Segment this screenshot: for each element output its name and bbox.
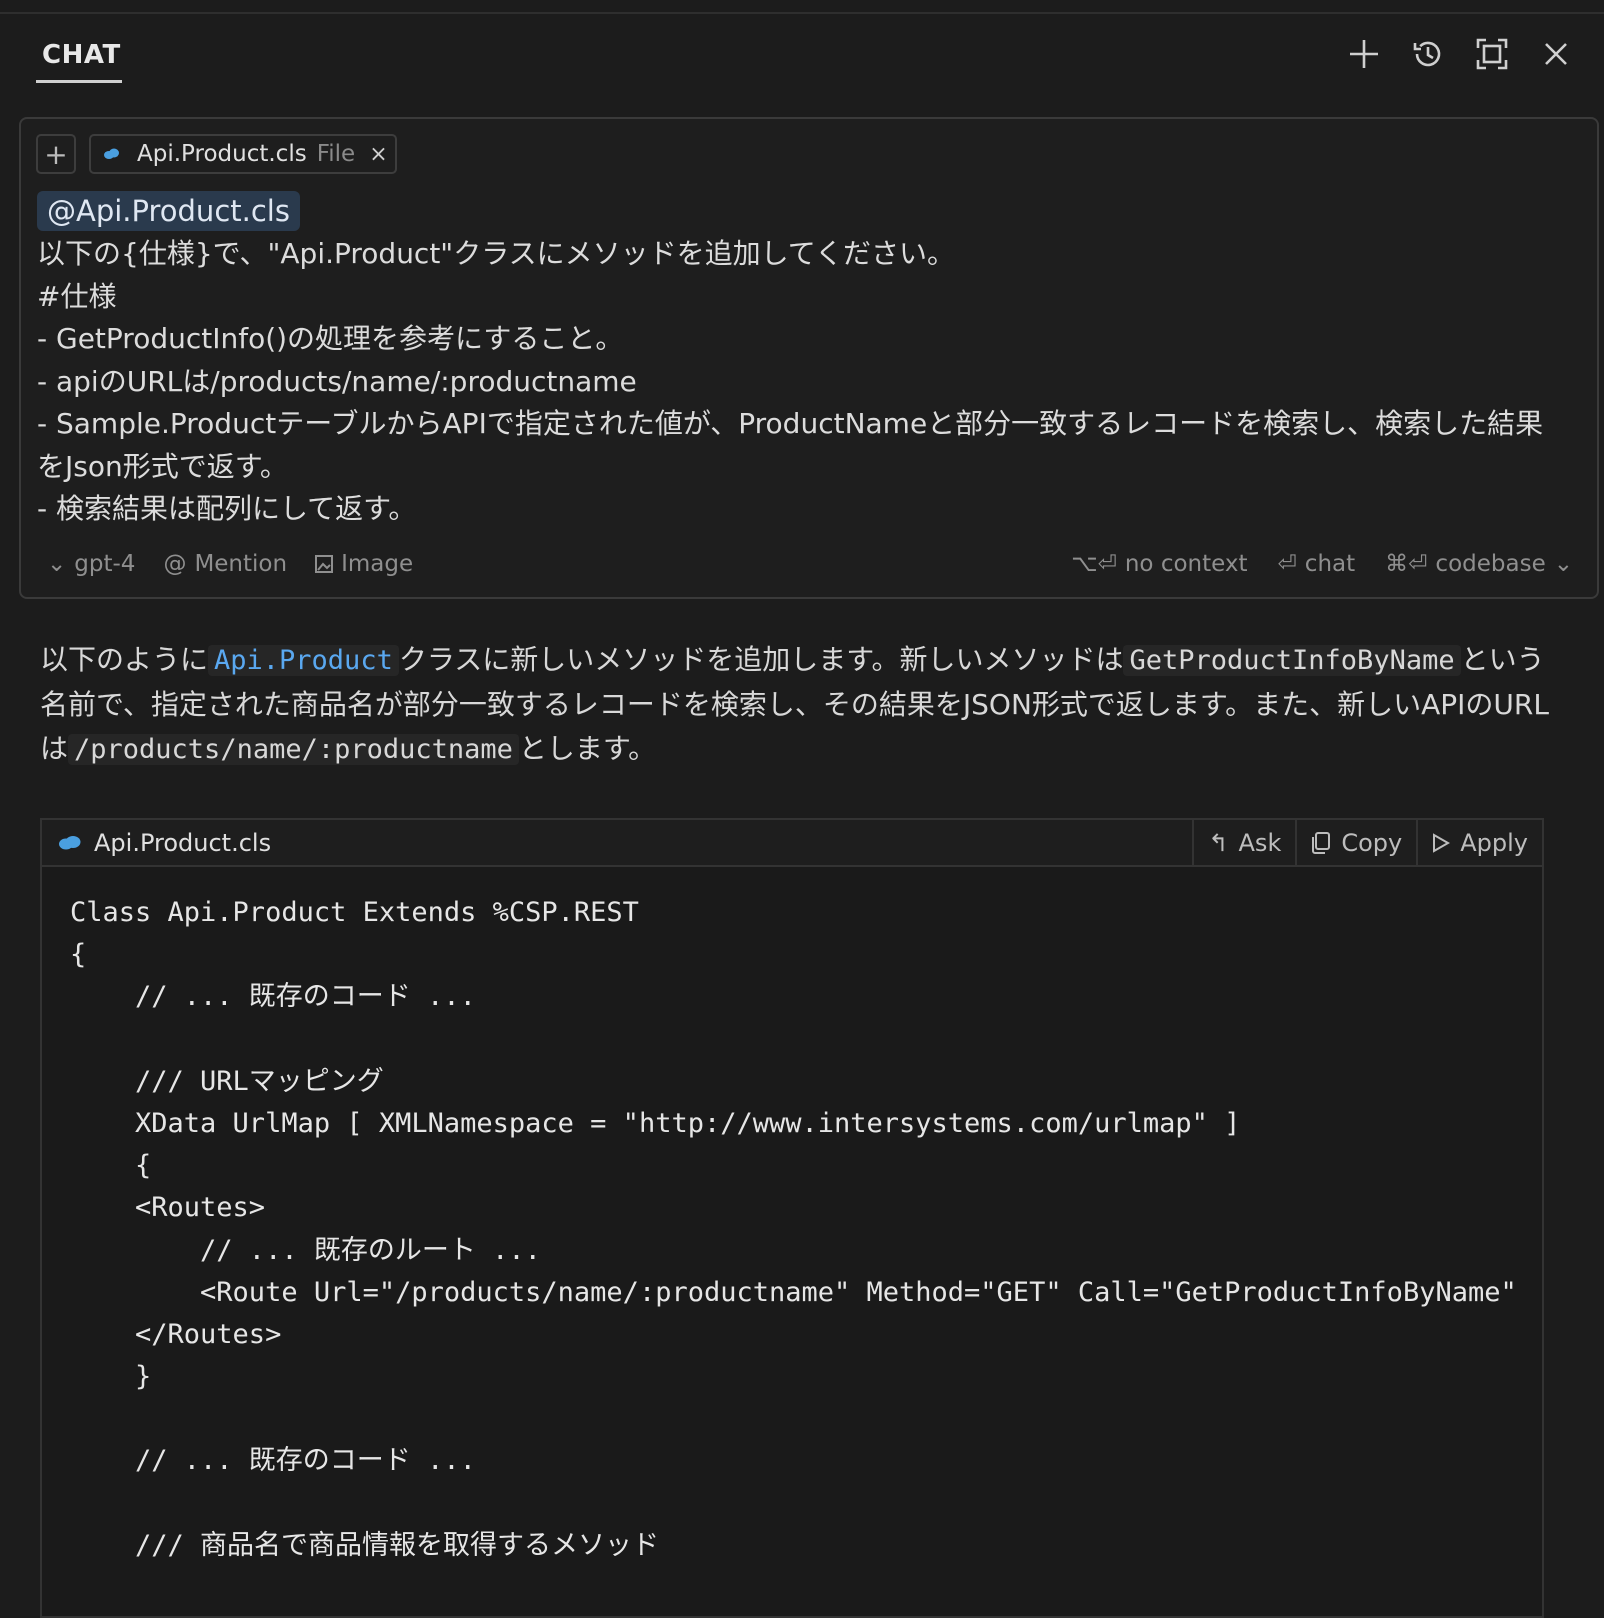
plus-icon[interactable] <box>1346 36 1382 72</box>
code-actions: ↰ Ask Copy Apply <box>1192 820 1542 865</box>
code-line: { <box>70 939 87 971</box>
code-line: </Routes> <box>70 1318 282 1350</box>
salesforce-cloud-icon <box>104 148 119 159</box>
code-line: <Route Url="/products/name/:productname"… <box>70 1276 1516 1308</box>
inline-code: GetProductInfoByName <box>1123 645 1461 676</box>
assistant-reply: 以下のように Api.Product クラスに新しいメソッドを追加します。新しいメソ… <box>40 638 1570 772</box>
context-file-chip[interactable]: Api.Product.cls File × <box>89 134 397 174</box>
prompt-line: - apiのURLは/products/name/:productname <box>37 364 637 398</box>
codebase-label: codebase <box>1435 551 1546 577</box>
codebase-button[interactable]: ⌘⏎ codebase ⌄ <box>1385 551 1573 577</box>
chevron-down-icon: ⌄ <box>47 551 67 577</box>
plus-icon: + <box>44 137 68 171</box>
image-button[interactable]: Image <box>315 551 413 577</box>
prompt-line: #仕様 <box>37 279 117 313</box>
header-actions <box>1346 36 1574 72</box>
chat-header: CHAT <box>0 14 1604 118</box>
prompt-line: 以下の{仕様}で、"Api.Product"クラスにメソッドを追加してください。 <box>37 237 955 270</box>
code-block: Api.Product.cls ↰ Ask Copy Apply Class A… <box>40 818 1544 1618</box>
chat-label: chat <box>1304 551 1356 577</box>
code-line: /// 商品名で商品情報を取得するメソッド <box>70 1529 660 1561</box>
tab-active-indicator <box>36 80 122 83</box>
image-icon <box>315 555 334 573</box>
ask-button[interactable]: ↰ Ask <box>1192 820 1295 865</box>
inline-code: /products/name/:productname <box>68 734 519 765</box>
input-footer: ⌄ gpt-4 @ Mention Image ⌥⏎ no context ⏎ … <box>21 551 1597 583</box>
apply-label: Apply <box>1460 828 1528 857</box>
option-enter-icon: ⌥⏎ <box>1071 551 1117 577</box>
history-icon[interactable] <box>1410 36 1446 72</box>
code-block-header: Api.Product.cls ↰ Ask Copy Apply <box>42 820 1542 867</box>
code-line: // ... 既存のルート ... <box>70 1234 541 1266</box>
prompt-line: - GetProductInfo()の処理を参考にすること。 <box>37 322 624 355</box>
maximize-icon[interactable] <box>1474 36 1510 72</box>
copy-label: Copy <box>1341 828 1403 857</box>
chat-input-box[interactable]: + Api.Product.cls File × @Api.Product.cl… <box>19 117 1599 599</box>
copy-button[interactable]: Copy <box>1295 820 1416 865</box>
tab-chat[interactable]: CHAT <box>42 40 121 70</box>
no-context-button[interactable]: ⌥⏎ no context <box>1071 551 1247 577</box>
code-line: <Routes> <box>70 1192 266 1224</box>
ask-label: Ask <box>1238 828 1282 857</box>
code-filename-label: Api.Product.cls <box>94 828 272 857</box>
play-icon <box>1433 832 1451 853</box>
code-line: // ... 既存のコード ... <box>70 1445 476 1477</box>
prompt-text[interactable]: 以下の{仕様}で、"Api.Product"クラスにメソッドを追加してください。… <box>37 233 1567 531</box>
file-chip-name: Api.Product.cls <box>137 141 307 167</box>
chat-submit-button[interactable]: ⏎ chat <box>1278 551 1356 577</box>
reply-arrow-icon: ↰ <box>1208 828 1229 857</box>
code-filename: Api.Product.cls <box>58 820 271 865</box>
copy-icon <box>1312 831 1331 854</box>
cmd-enter-icon: ⌘⏎ <box>1385 551 1428 577</box>
image-label: Image <box>341 551 414 577</box>
code-line: } <box>70 1361 152 1393</box>
close-icon[interactable] <box>1538 36 1574 72</box>
code-line: // ... 既存のコード ... <box>70 981 476 1013</box>
reply-text: とします。 <box>518 732 657 765</box>
file-chip-kind: File <box>316 141 356 167</box>
model-name: gpt-4 <box>74 551 136 577</box>
code-body[interactable]: Class Api.Product Extends %CSP.REST { //… <box>70 892 1516 1567</box>
code-line: XData UrlMap [ XMLNamespace = "http://ww… <box>70 1107 1241 1139</box>
mention-chip[interactable]: @Api.Product.cls <box>37 191 300 231</box>
prompt-line: - Sample.ProductテーブルからAPIで指定された値が、Produc… <box>37 407 1544 483</box>
code-line: /// URLマッピング <box>70 1065 384 1097</box>
code-line: { <box>70 1150 152 1182</box>
salesforce-cloud-icon <box>59 835 81 849</box>
reply-text: 以下のように <box>40 643 209 676</box>
mention-button[interactable]: @ Mention <box>163 551 287 577</box>
reply-text: クラスに新しいメソッドを追加します。新しいメソッドは <box>398 643 1124 676</box>
prompt-line: - 検索結果は配列にして返す。 <box>37 492 417 525</box>
remove-file-icon[interactable]: × <box>369 142 387 167</box>
inline-code: Api.Product <box>208 645 399 676</box>
mention-label: Mention <box>194 551 288 577</box>
add-context-button[interactable]: + <box>36 134 76 174</box>
chevron-down-icon[interactable]: ⌄ <box>1554 551 1573 577</box>
apply-button[interactable]: Apply <box>1416 820 1542 865</box>
code-line: Class Api.Product Extends %CSP.REST <box>70 897 639 928</box>
enter-icon: ⏎ <box>1277 551 1297 577</box>
model-selector[interactable]: ⌄ gpt-4 <box>47 551 135 577</box>
at-icon: @ <box>163 551 187 577</box>
no-context-label: no context <box>1124 551 1248 577</box>
